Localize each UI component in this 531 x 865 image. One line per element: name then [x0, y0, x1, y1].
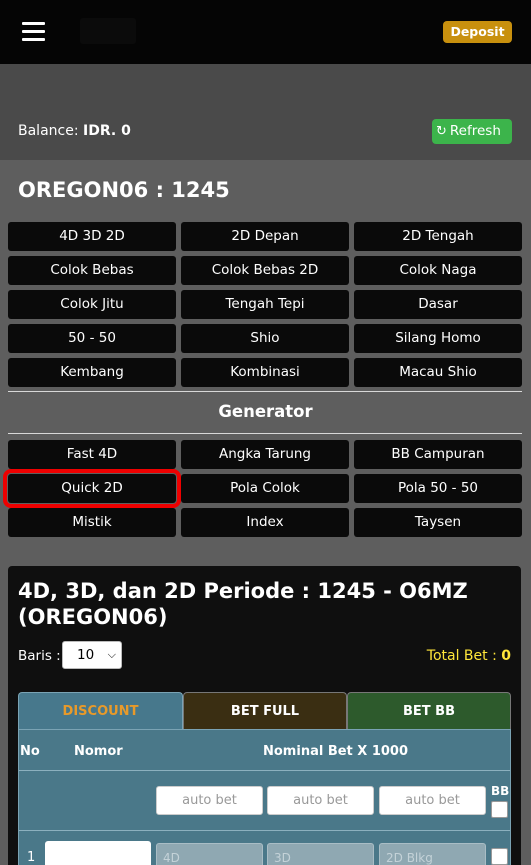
- menu-icon[interactable]: [22, 22, 45, 41]
- generator-button[interactable]: Mistik: [8, 508, 176, 537]
- refresh-label: Refresh: [449, 123, 501, 139]
- divider: [19, 770, 510, 771]
- game-type-button[interactable]: Colok Bebas 2D: [181, 256, 349, 285]
- bet-2d-input[interactable]: 2D Blkg: [379, 843, 486, 865]
- auto-bet-4d-input[interactable]: auto bet: [156, 786, 263, 815]
- generator-button[interactable]: Taysen: [354, 508, 522, 537]
- refresh-icon: ↻: [436, 124, 447, 139]
- deposit-button[interactable]: Deposit: [443, 21, 512, 43]
- generator-button[interactable]: Pola 50 - 50: [354, 474, 522, 503]
- game-type-button[interactable]: Kombinasi: [181, 358, 349, 387]
- bb-row-checkbox[interactable]: [491, 848, 508, 865]
- total-bet-label: Total Bet :: [426, 648, 497, 664]
- bet-card-title: 4D, 3D, dan 2D Periode : 1245 - O6MZ (OR…: [18, 579, 468, 629]
- nomor-input[interactable]: [45, 841, 151, 865]
- tab-bet-bb[interactable]: BET BB: [347, 692, 511, 729]
- game-type-button[interactable]: Macau Shio: [354, 358, 522, 387]
- generator-button[interactable]: Angka Tarung: [181, 440, 349, 469]
- game-type-button[interactable]: Kembang: [8, 358, 176, 387]
- column-header-nominal: Nominal Bet X 1000: [263, 744, 409, 759]
- tab-bet-full[interactable]: BET FULL: [183, 692, 347, 729]
- game-type-button[interactable]: Colok Bebas: [8, 256, 176, 285]
- game-type-button[interactable]: 4D 3D 2D: [8, 222, 176, 251]
- bet-3d-input[interactable]: 3D: [267, 843, 374, 865]
- game-type-button[interactable]: Colok Naga: [354, 256, 522, 285]
- divider: [8, 433, 522, 434]
- bet-table: No Nomor Nominal Bet X 1000 auto bet aut…: [18, 729, 511, 865]
- generator-grid: Fast 4D Angka Tarung BB Campuran Quick 2…: [3, 440, 522, 537]
- generator-title: Generator: [218, 402, 313, 421]
- baris-select[interactable]: 10 ⌵: [62, 641, 122, 669]
- divider: [19, 830, 510, 831]
- column-header-nomor: Nomor: [74, 744, 123, 759]
- game-type-button[interactable]: Tengah Tepi: [181, 290, 349, 319]
- auto-bet-3d-input[interactable]: auto bet: [267, 786, 374, 815]
- game-type-button[interactable]: Shio: [181, 324, 349, 353]
- balance-value: IDR. 0: [83, 123, 131, 139]
- logo[interactable]: [80, 18, 136, 44]
- auto-bet-2d-input[interactable]: auto bet: [379, 786, 486, 815]
- generator-button[interactable]: Pola Colok: [181, 474, 349, 503]
- game-type-button[interactable]: 50 - 50: [8, 324, 176, 353]
- bet-card: 4D, 3D, dan 2D Periode : 1245 - O6MZ (OR…: [8, 566, 521, 865]
- bb-all-checkbox[interactable]: [491, 801, 508, 818]
- row-number: 1: [27, 850, 36, 865]
- bb-label: BB: [491, 784, 510, 798]
- quick-2d-button[interactable]: Quick 2D: [3, 469, 181, 508]
- balance-display: Balance: IDR. 0: [18, 123, 131, 139]
- balance-label: Balance:: [18, 123, 79, 139]
- game-type-button[interactable]: 2D Depan: [181, 222, 349, 251]
- total-bet: Total Bet : 0: [427, 648, 511, 664]
- market-title: OREGON06 : 1245: [18, 178, 230, 202]
- top-bar: Deposit: [0, 0, 531, 64]
- generator-button[interactable]: BB Campuran: [354, 440, 522, 469]
- column-header-no: No: [20, 744, 40, 759]
- bet-4d-input[interactable]: 4D: [156, 843, 263, 865]
- generator-button[interactable]: Fast 4D: [8, 440, 176, 469]
- tab-discount[interactable]: DISCOUNT: [18, 692, 183, 729]
- baris-label: Baris :: [18, 648, 61, 664]
- divider: [8, 391, 522, 392]
- balance-bar: [0, 64, 531, 160]
- chevron-down-icon: ⌵: [107, 648, 116, 661]
- game-type-button[interactable]: 2D Tengah: [354, 222, 522, 251]
- total-bet-value: 0: [501, 648, 511, 664]
- game-type-grid: 4D 3D 2D 2D Depan 2D Tengah Colok Bebas …: [8, 222, 522, 387]
- baris-value: 10: [77, 647, 95, 663]
- game-type-button[interactable]: Dasar: [354, 290, 522, 319]
- generator-button[interactable]: Index: [181, 508, 349, 537]
- game-type-button[interactable]: Silang Homo: [354, 324, 522, 353]
- game-type-button[interactable]: Colok Jitu: [8, 290, 176, 319]
- refresh-button[interactable]: ↻ Refresh: [432, 119, 512, 144]
